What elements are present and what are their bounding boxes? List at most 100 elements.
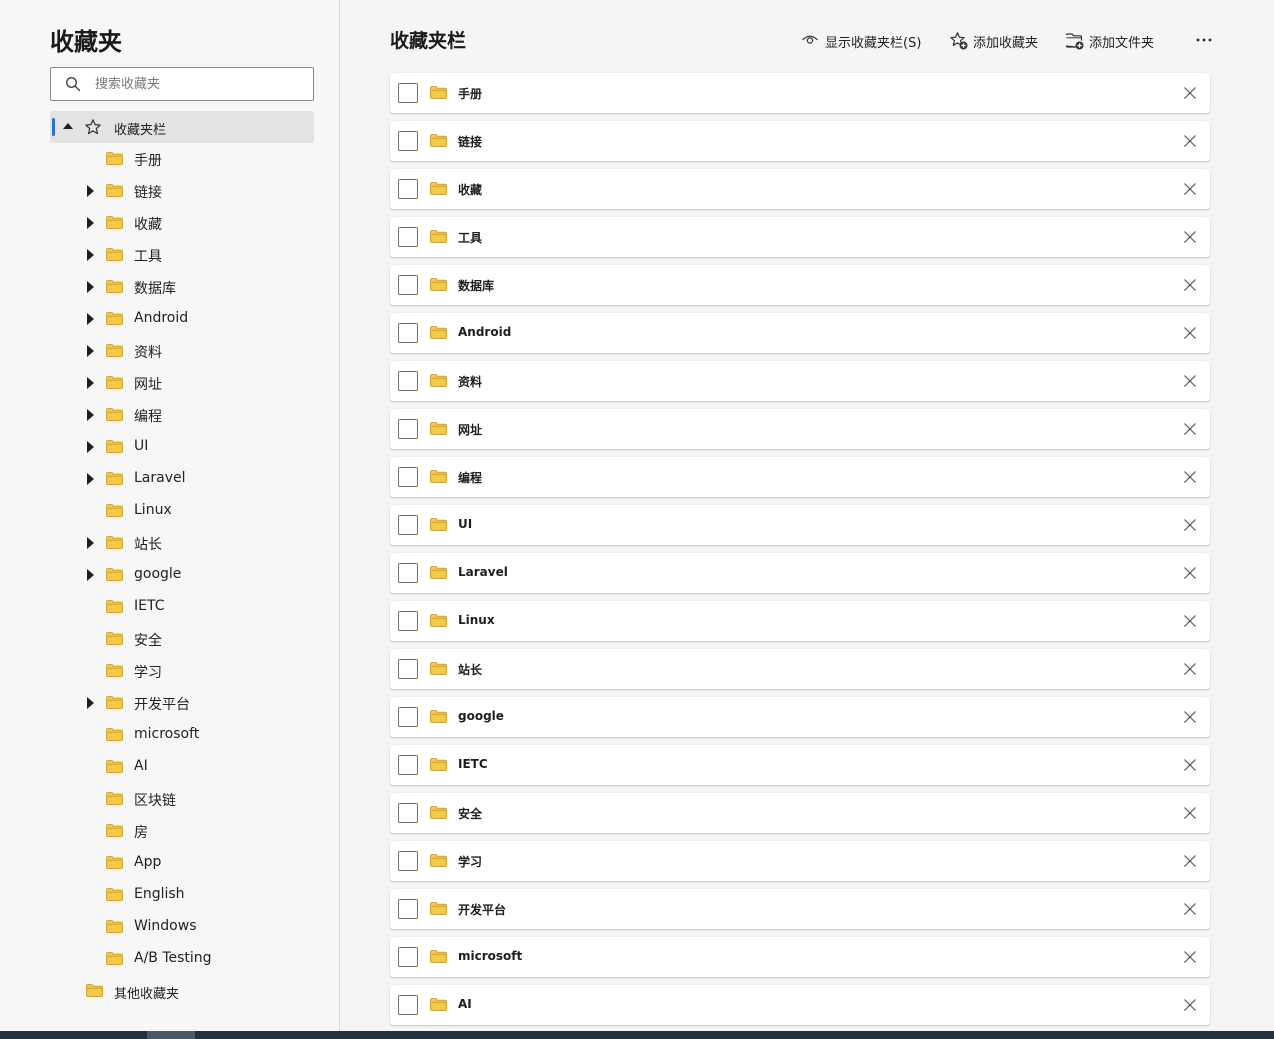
row-checkbox[interactable] bbox=[398, 563, 418, 583]
favorite-row[interactable]: microsoft bbox=[390, 937, 1210, 977]
caret-right-icon[interactable] bbox=[87, 569, 94, 581]
row-checkbox[interactable] bbox=[398, 275, 418, 295]
tree-item[interactable]: AI bbox=[50, 751, 314, 783]
row-checkbox[interactable] bbox=[398, 755, 418, 775]
close-icon[interactable] bbox=[1182, 613, 1198, 629]
tree-item[interactable]: UI bbox=[50, 431, 314, 463]
favorite-row[interactable]: 网址 bbox=[390, 409, 1210, 449]
row-checkbox[interactable] bbox=[398, 83, 418, 103]
favorite-row[interactable]: 工具 bbox=[390, 217, 1210, 257]
row-checkbox[interactable] bbox=[398, 803, 418, 823]
row-checkbox[interactable] bbox=[398, 371, 418, 391]
row-checkbox[interactable] bbox=[398, 179, 418, 199]
close-icon[interactable] bbox=[1182, 709, 1198, 725]
tree-item[interactable]: 学习 bbox=[50, 655, 314, 687]
favorite-row[interactable]: IETC bbox=[390, 745, 1210, 785]
caret-right-icon[interactable] bbox=[87, 441, 94, 453]
tree-item[interactable]: App bbox=[50, 847, 314, 879]
add-folder-button[interactable]: 添加文件夹 bbox=[1065, 30, 1163, 52]
row-checkbox[interactable] bbox=[398, 899, 418, 919]
row-checkbox[interactable] bbox=[398, 227, 418, 247]
caret-right-icon[interactable] bbox=[87, 537, 94, 549]
favorite-row[interactable]: Linux bbox=[390, 601, 1210, 641]
caret-right-icon[interactable] bbox=[87, 313, 94, 325]
tree-item[interactable]: English bbox=[50, 879, 314, 911]
row-checkbox[interactable] bbox=[398, 515, 418, 535]
close-icon[interactable] bbox=[1182, 181, 1198, 197]
tree-item[interactable]: 链接 bbox=[50, 175, 314, 207]
favorite-row[interactable]: 学习 bbox=[390, 841, 1210, 881]
tree-item[interactable]: IETC bbox=[50, 591, 314, 623]
favorite-row[interactable]: Android bbox=[390, 313, 1210, 353]
favorite-row[interactable]: 链接 bbox=[390, 121, 1210, 161]
close-icon[interactable] bbox=[1182, 85, 1198, 101]
favorite-row[interactable]: google bbox=[390, 697, 1210, 737]
row-checkbox[interactable] bbox=[398, 323, 418, 343]
favorite-row[interactable]: 收藏 bbox=[390, 169, 1210, 209]
tree-item[interactable]: 安全 bbox=[50, 623, 314, 655]
tree-item[interactable]: Windows bbox=[50, 911, 314, 943]
tree-item[interactable]: 网址 bbox=[50, 367, 314, 399]
tree-item[interactable]: Laravel bbox=[50, 463, 314, 495]
caret-right-icon[interactable] bbox=[87, 345, 94, 357]
tree-item[interactable]: microsoft bbox=[50, 719, 314, 751]
close-icon[interactable] bbox=[1182, 469, 1198, 485]
close-icon[interactable] bbox=[1182, 517, 1198, 533]
caret-right-icon[interactable] bbox=[87, 697, 94, 709]
tree-item[interactable]: 编程 bbox=[50, 399, 314, 431]
search-box[interactable] bbox=[50, 67, 314, 101]
tree-item[interactable]: 资料 bbox=[50, 335, 314, 367]
favorite-row[interactable]: AI bbox=[390, 985, 1210, 1025]
close-icon[interactable] bbox=[1182, 805, 1198, 821]
favorite-row[interactable]: 开发平台 bbox=[390, 889, 1210, 929]
tree-item[interactable]: 工具 bbox=[50, 239, 314, 271]
close-icon[interactable] bbox=[1182, 853, 1198, 869]
row-checkbox[interactable] bbox=[398, 851, 418, 871]
tree-item[interactable]: 站长 bbox=[50, 527, 314, 559]
tree-item[interactable]: A/B Testing bbox=[50, 943, 314, 975]
tree-item[interactable]: 开发平台 bbox=[50, 687, 314, 719]
close-icon[interactable] bbox=[1182, 421, 1198, 437]
tree-item[interactable]: Android bbox=[50, 303, 314, 335]
add-favorite-button[interactable]: 添加收藏夹 bbox=[949, 30, 1047, 52]
tree-item[interactable]: 收藏 bbox=[50, 207, 314, 239]
caret-right-icon[interactable] bbox=[87, 409, 94, 421]
favorite-row[interactable]: Laravel bbox=[390, 553, 1210, 593]
close-icon[interactable] bbox=[1182, 757, 1198, 773]
tree-item[interactable]: 区块链 bbox=[50, 783, 314, 815]
favorite-row[interactable]: 资料 bbox=[390, 361, 1210, 401]
favorite-row[interactable]: 数据库 bbox=[390, 265, 1210, 305]
close-icon[interactable] bbox=[1182, 661, 1198, 677]
row-checkbox[interactable] bbox=[398, 995, 418, 1015]
tree-item-other-favorites[interactable]: 其他收藏夹 bbox=[50, 975, 314, 1007]
favorite-row[interactable]: 安全 bbox=[390, 793, 1210, 833]
tree-item[interactable]: Linux bbox=[50, 495, 314, 527]
caret-right-icon[interactable] bbox=[87, 217, 94, 229]
close-icon[interactable] bbox=[1182, 133, 1198, 149]
tree-item[interactable]: 数据库 bbox=[50, 271, 314, 303]
more-options-button[interactable] bbox=[1193, 30, 1215, 52]
row-checkbox[interactable] bbox=[398, 419, 418, 439]
caret-right-icon[interactable] bbox=[87, 281, 94, 293]
caret-down-icon[interactable] bbox=[63, 123, 73, 129]
close-icon[interactable] bbox=[1182, 901, 1198, 917]
close-icon[interactable] bbox=[1182, 997, 1198, 1013]
tree-item[interactable]: 手册 bbox=[50, 143, 314, 175]
favorite-row[interactable]: 编程 bbox=[390, 457, 1210, 497]
favorite-row[interactable]: UI bbox=[390, 505, 1210, 545]
caret-right-icon[interactable] bbox=[87, 249, 94, 261]
close-icon[interactable] bbox=[1182, 229, 1198, 245]
favorite-row[interactable]: 手册 bbox=[390, 73, 1210, 113]
row-checkbox[interactable] bbox=[398, 131, 418, 151]
show-favorites-bar-button[interactable]: 显示收藏夹栏(S) bbox=[801, 30, 931, 52]
tree-root-favorites-bar[interactable]: 收藏夹栏 bbox=[50, 111, 314, 143]
search-input[interactable] bbox=[95, 68, 305, 100]
close-icon[interactable] bbox=[1182, 325, 1198, 341]
caret-right-icon[interactable] bbox=[87, 377, 94, 389]
caret-right-icon[interactable] bbox=[87, 185, 94, 197]
close-icon[interactable] bbox=[1182, 277, 1198, 293]
caret-right-icon[interactable] bbox=[87, 473, 94, 485]
row-checkbox[interactable] bbox=[398, 467, 418, 487]
close-icon[interactable] bbox=[1182, 565, 1198, 581]
tree-item[interactable]: google bbox=[50, 559, 314, 591]
